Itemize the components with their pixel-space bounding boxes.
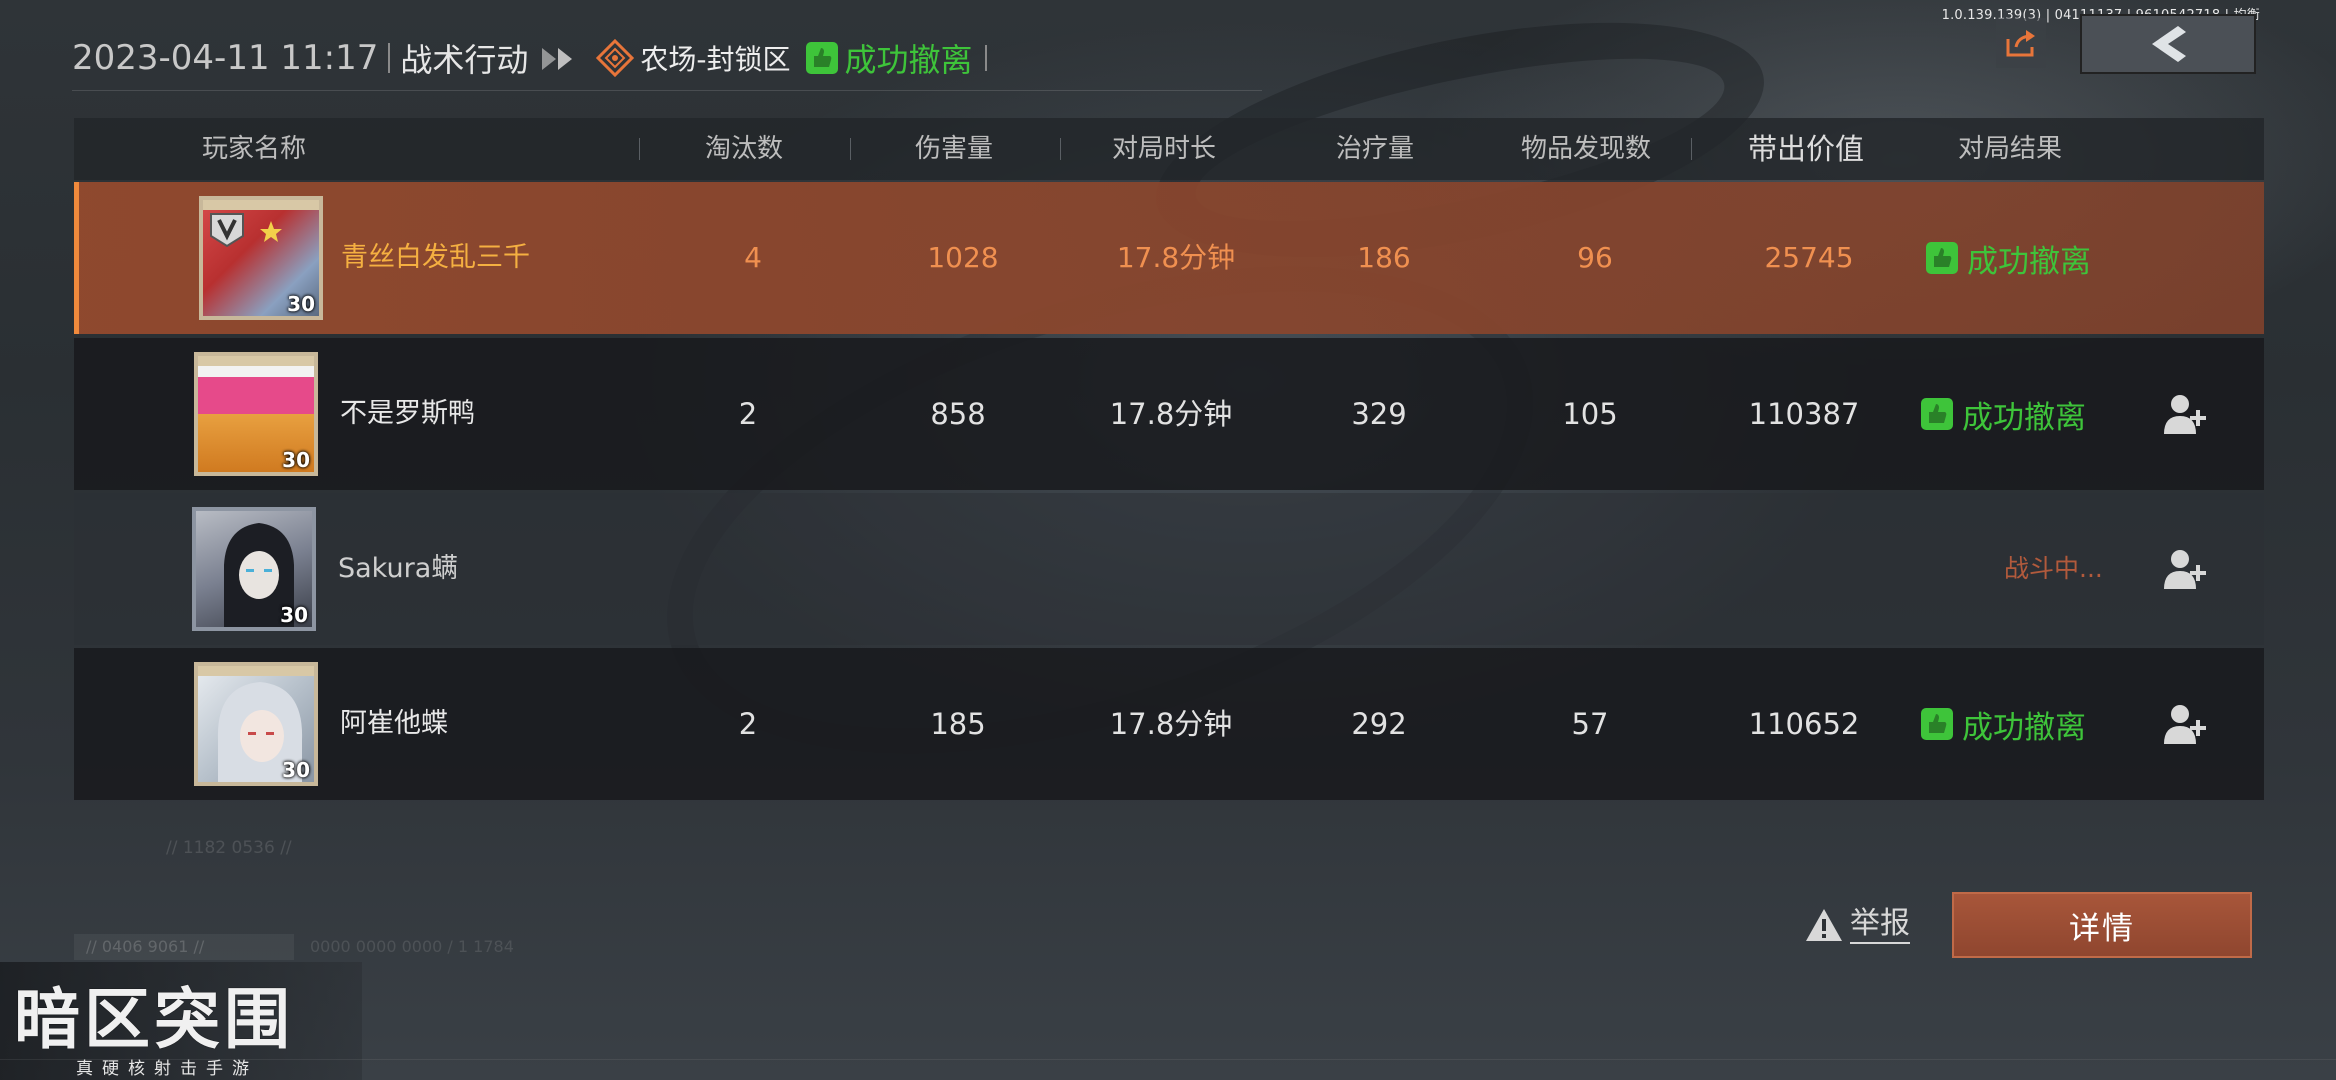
column-header: 伤害量 [914,134,993,164]
divider [984,45,987,71]
column-header: 淘汰数 [704,134,783,164]
share-button[interactable] [1996,18,2046,68]
back-button[interactable] [2080,14,2256,74]
match-result: 成功撤离 [1925,182,2091,334]
extracted-value: 110652 [1748,707,1860,741]
column-header: 治疗量 [1335,134,1414,164]
avatar: 30 [194,662,318,786]
avatar-frame-top [203,200,319,210]
player-name: 青丝白发乱三千 [341,242,530,273]
divider [0,1059,2336,1060]
divider [388,43,391,73]
eliminations: 2 [738,397,758,431]
table-row[interactable]: 30 不是罗斯鸭 2 858 17.8分钟 329 105 110387 成功撤… [74,338,2264,490]
logo-title: 暗区突围 [14,981,294,1058]
table-header: 玩家名称 淘汰数 伤害量 对局时长 治疗量 物品发现数 带出价值 对局结果 [74,118,2264,180]
scoreboard-table: 玩家名称 淘汰数 伤害量 对局时长 治疗量 物品发现数 带出价值 对局结果 30… [74,118,2264,800]
report-label: 举报 [1850,906,1910,944]
rank-badge-icon [210,213,244,248]
items-found: 96 [1577,241,1613,274]
map-marker-icon [596,39,635,77]
eliminations: 2 [738,707,758,741]
success-hand-icon [805,42,838,74]
duration: 17.8分钟 [1109,397,1233,431]
flag-star-icon [260,221,282,242]
eliminations: 4 [744,241,762,274]
result-label: 成功撤离 [1962,399,2086,436]
game-mode: 战术行动 [400,41,529,79]
chevron-right-icon [538,43,584,73]
in-combat-status: 战斗中... [2004,554,2103,583]
warning-icon [1806,909,1842,941]
table-row[interactable]: 30 Sakura螨 战斗中... [74,493,2264,645]
detail-button[interactable]: 详情 [1952,892,2252,958]
map-name: 农场-封锁区 [640,43,791,76]
damage: 185 [930,707,986,741]
extracted-value: 110387 [1748,397,1860,431]
header-underline [72,90,1262,91]
report-button[interactable]: 举报 [1804,900,1910,950]
game-logo: 暗区突围 真硬核射击手游 [0,962,362,1080]
background-line: 0000 0000 0000 / 1 1784 [310,937,514,956]
match-result: 成功撤离 [844,41,973,79]
healing: 329 [1351,397,1407,431]
result-label: 成功撤离 [1967,243,2091,280]
divider [850,138,851,160]
player-level: 30 [280,603,308,627]
player-level: 30 [287,292,315,316]
add-friend-icon[interactable] [2160,547,2210,591]
match-result: 成功撤离 [1920,338,2086,490]
divider [639,138,640,160]
extracted-value: 25745 [1764,241,1854,274]
player-level: 30 [282,448,310,472]
match-datetime: 2023-04-11 11:17 [72,38,379,78]
result-label: 成功撤离 [1962,709,2086,746]
healing: 292 [1351,707,1407,741]
player-name: 阿崔他蝶 [340,708,448,739]
divider [1691,138,1692,160]
player-name: Sakura螨 [338,553,459,584]
share-icon [2006,30,2035,57]
avatar: 30 [194,352,318,476]
success-hand-icon [1926,242,1958,274]
column-header: 对局结果 [1957,134,2062,164]
items-found: 57 [1571,707,1609,741]
background-code: // 1182 0536 // [166,838,292,858]
column-header: 物品发现数 [1520,134,1651,164]
column-header: 玩家名称 [201,134,306,164]
healing: 186 [1357,241,1411,274]
column-header: 对局时长 [1111,134,1216,164]
match-result: 成功撤离 [1920,648,2086,800]
back-arrow-icon [2152,26,2186,62]
add-friend-icon[interactable] [2160,392,2210,436]
column-header: 带出价值 [1747,132,1864,166]
background-tag: // 0406 9061 // [74,934,294,960]
success-hand-icon [1921,398,1953,430]
items-found: 105 [1562,397,1618,431]
avatar: 30 [199,196,323,320]
avatar: 30 [192,507,316,631]
duration: 17.8分钟 [1109,707,1233,741]
match-header: 2023-04-11 11:17 战术行动 农场-封锁区 成功撤离 [72,34,987,82]
avatar-frame-top [198,356,314,366]
divider [1060,138,1061,160]
success-hand-icon [1921,708,1953,740]
table-row[interactable]: 30 青丝白发乱三千 4 1028 17.8分钟 186 96 25745 成功… [74,182,2264,334]
player-level: 30 [282,758,310,782]
table-row[interactable]: 30 阿崔他蝶 2 185 17.8分钟 292 57 110652 成功撤离 [74,648,2264,800]
duration: 17.8分钟 [1116,241,1236,274]
add-friend-icon[interactable] [2160,702,2210,746]
avatar-frame-top [198,666,314,676]
damage: 858 [930,397,986,431]
player-name: 不是罗斯鸭 [340,398,475,429]
damage: 1028 [927,241,999,274]
logo-subtitle: 真硬核射击手游 [76,1059,258,1079]
